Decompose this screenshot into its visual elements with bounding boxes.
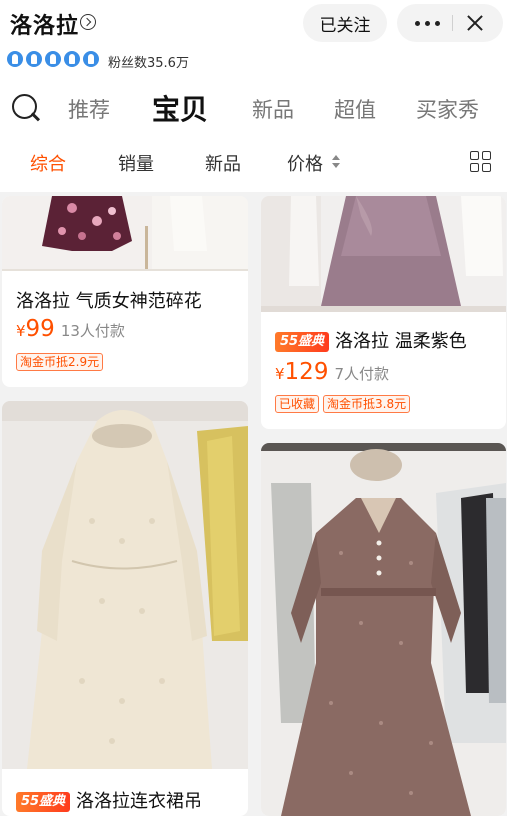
sort-overall[interactable]: 综合 xyxy=(30,150,66,176)
product-card[interactable]: 55盛典 洛洛拉连衣裙吊 xyxy=(2,401,248,816)
product-image xyxy=(261,196,506,312)
product-image xyxy=(2,401,248,769)
product-title[interactable]: 55盛典 洛洛拉连衣裙吊 xyxy=(16,787,202,813)
tab-new[interactable]: 新品 xyxy=(252,94,294,124)
crown-icon xyxy=(64,51,80,67)
crown-icon xyxy=(7,51,23,67)
product-card[interactable] xyxy=(261,443,506,816)
sort-price[interactable]: 价格 xyxy=(287,150,323,176)
fans-count: 粉丝数35.6万 xyxy=(108,56,189,71)
crown-icon xyxy=(83,51,99,67)
search-icon[interactable] xyxy=(12,94,42,124)
more-icon[interactable] xyxy=(409,12,445,34)
coupon-row: 淘金币抵2.9元 xyxy=(16,353,104,371)
sort-sales[interactable]: 销量 xyxy=(118,150,154,176)
sold-count: 7人付款 xyxy=(334,365,389,383)
shop-header: 洛洛拉 已关注 粉丝数35.6万 推荐 宝贝 新品 超值 买家秀 综合 销量 新… xyxy=(0,0,507,192)
product-title[interactable]: 55盛典 洛洛拉 温柔紫色 xyxy=(275,327,467,353)
coupon-badge: 淘金币抵2.9元 xyxy=(16,353,104,371)
sort-new[interactable]: 新品 xyxy=(205,150,241,176)
close-icon[interactable] xyxy=(463,12,487,34)
tab-items[interactable]: 宝贝 xyxy=(152,88,208,128)
tab-value[interactable]: 超值 xyxy=(334,94,376,124)
shop-name[interactable]: 洛洛拉 xyxy=(10,8,79,40)
coupon-row: 已收藏 淘金币抵3.8元 xyxy=(275,395,411,413)
shop-info-arrow-icon[interactable] xyxy=(80,14,96,30)
follow-button[interactable]: 已关注 xyxy=(303,4,387,42)
coupon-badge: 淘金币抵3.8元 xyxy=(323,395,411,413)
promo-badge: 55盛典 xyxy=(16,792,70,812)
product-price: ¥99 13人付款 xyxy=(16,316,125,342)
shop-rating-crowns xyxy=(7,51,99,67)
capsule-menu xyxy=(397,4,503,42)
product-image xyxy=(2,196,248,271)
tab-recommend[interactable]: 推荐 xyxy=(68,94,110,124)
product-card[interactable]: 55盛典 洛洛拉 温柔紫色 ¥129 7人付款 已收藏 淘金币抵3.8元 xyxy=(261,196,506,429)
sold-count: 13人付款 xyxy=(60,322,125,340)
product-card[interactable]: 洛洛拉 气质女神范碎花 ¥99 13人付款 淘金币抵2.9元 xyxy=(2,196,248,387)
capsule-divider xyxy=(452,15,453,31)
tab-buyer-show[interactable]: 买家秀 xyxy=(416,94,479,124)
product-price: ¥129 7人付款 xyxy=(275,359,389,385)
shop-page: 洛洛拉 已关注 粉丝数35.6万 推荐 宝贝 新品 超值 买家秀 综合 销量 新… xyxy=(0,0,507,816)
crown-icon xyxy=(26,51,42,67)
product-image xyxy=(261,443,506,816)
grid-view-icon[interactable] xyxy=(470,151,492,173)
promo-badge: 55盛典 xyxy=(275,332,329,352)
sort-arrows-icon xyxy=(332,155,340,169)
product-title[interactable]: 洛洛拉 气质女神范碎花 xyxy=(16,287,202,313)
favorited-badge: 已收藏 xyxy=(275,395,320,413)
crown-icon xyxy=(45,51,61,67)
